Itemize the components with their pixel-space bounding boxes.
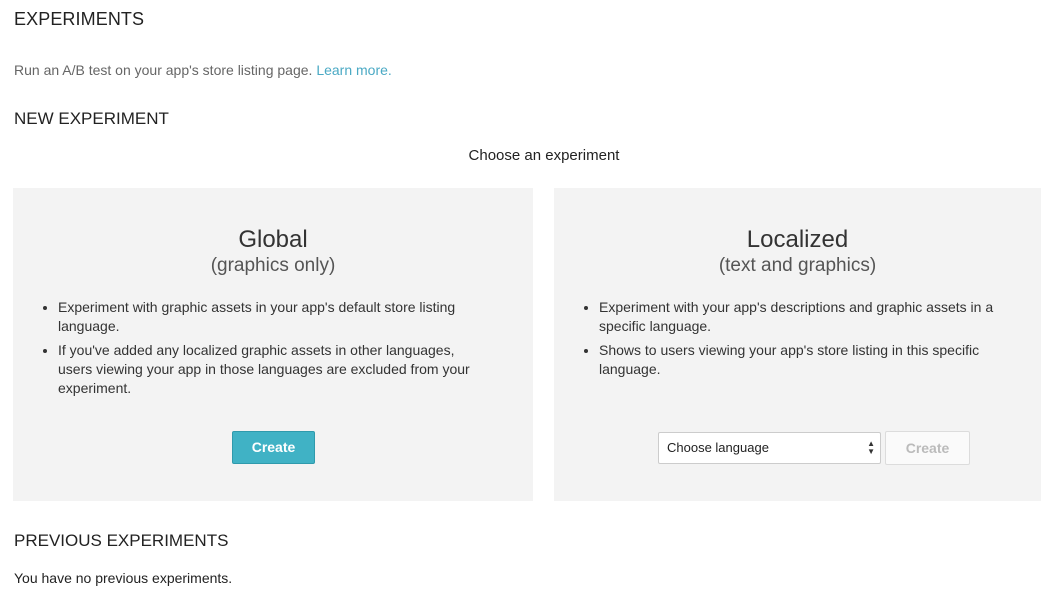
localized-card-subtitle: (text and graphics) bbox=[718, 255, 877, 276]
language-select-value: Choose language bbox=[667, 440, 769, 455]
previous-experiments-heading: PREVIOUS EXPERIMENTS bbox=[14, 531, 229, 550]
localized-bullet-list: Experiment with your app's descriptions … bbox=[554, 298, 1004, 384]
localized-create-button[interactable]: Create bbox=[885, 431, 970, 465]
learn-more-link[interactable]: Learn more. bbox=[316, 62, 391, 78]
no-previous-experiments-text: You have no previous experiments. bbox=[14, 570, 233, 586]
select-arrows-icon: ▲ ▼ bbox=[867, 439, 875, 456]
page-title: EXPERIMENTS bbox=[14, 9, 145, 29]
intro-description: Run an A/B test on your app's store list… bbox=[14, 62, 317, 78]
choose-experiment-label: Choose an experiment bbox=[468, 147, 620, 164]
list-item: Experiment with your app's descriptions … bbox=[599, 298, 1004, 336]
intro-text: Run an A/B test on your app's store list… bbox=[14, 62, 392, 78]
global-card-subtitle: (graphics only) bbox=[210, 255, 336, 276]
new-experiment-heading: NEW EXPERIMENT bbox=[14, 109, 169, 128]
global-card-title: Global bbox=[238, 226, 308, 253]
list-item: If you've added any localized graphic as… bbox=[58, 341, 488, 398]
list-item: Shows to users viewing your app's store … bbox=[599, 341, 1004, 379]
global-bullet-list: Experiment with graphic assets in your a… bbox=[13, 298, 488, 403]
global-create-button[interactable]: Create bbox=[232, 431, 315, 464]
language-select[interactable]: Choose language ▲ ▼ bbox=[658, 432, 881, 464]
localized-experiment-card: Localized (text and graphics) Experiment… bbox=[554, 188, 1041, 501]
localized-card-title: Localized bbox=[746, 226, 849, 253]
list-item: Experiment with graphic assets in your a… bbox=[58, 298, 488, 336]
global-experiment-card: Global (graphics only) Experiment with g… bbox=[13, 188, 533, 501]
